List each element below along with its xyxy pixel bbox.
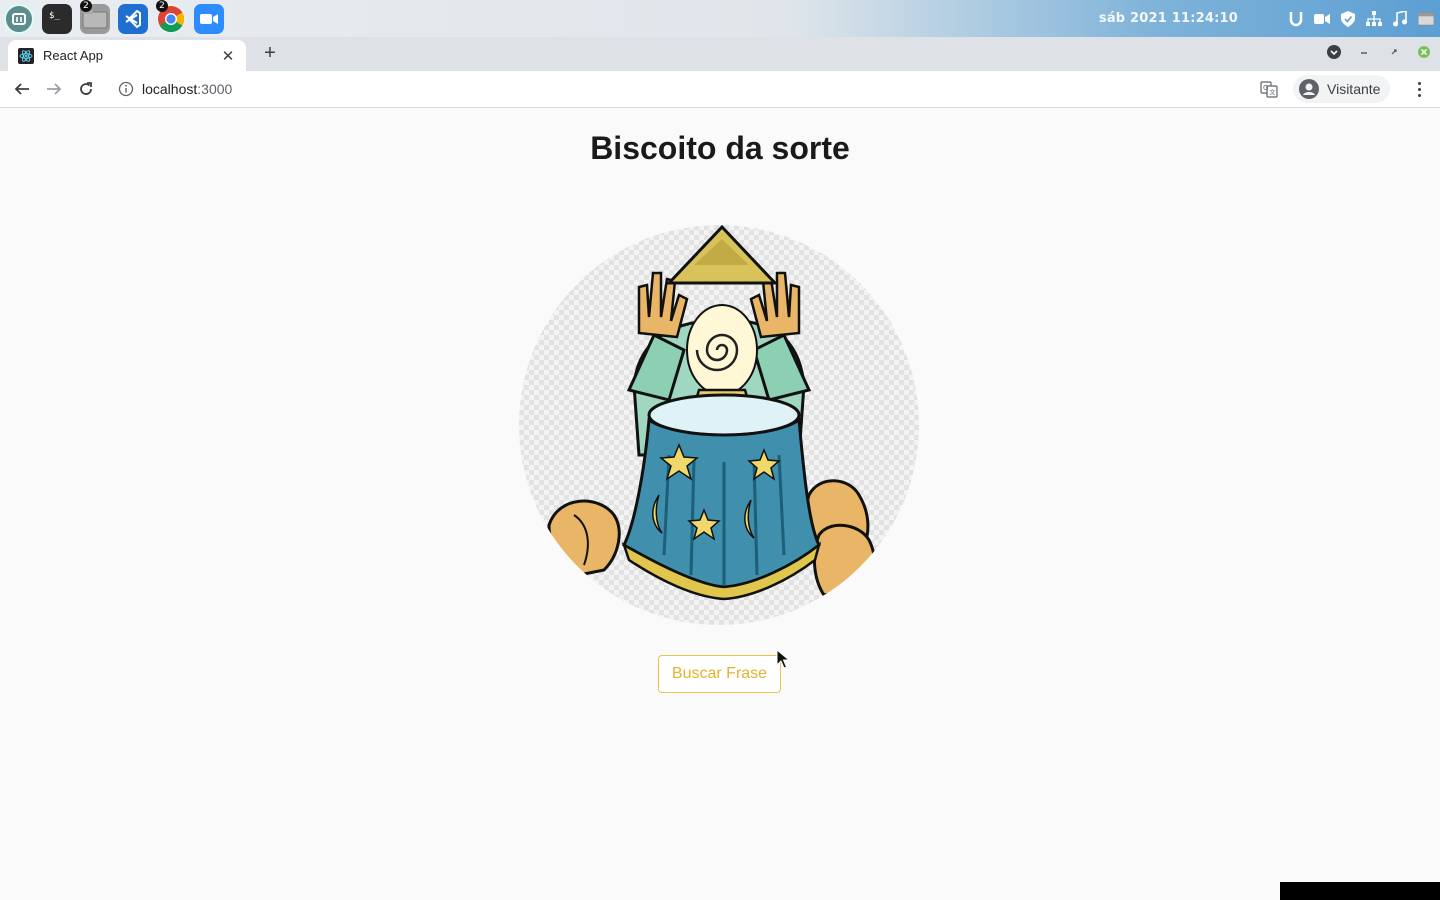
page-viewport: Biscoito da sorte Buscar Frase (0, 108, 1440, 900)
page-title: Biscoito da sorte (590, 130, 850, 166)
music-icon[interactable] (1392, 10, 1408, 27)
video-icon[interactable] (1314, 11, 1330, 27)
profile-button[interactable]: Visitante (1293, 75, 1391, 103)
fetch-phrase-button[interactable]: Buscar Frase (658, 655, 781, 693)
back-button[interactable] (12, 79, 32, 99)
svg-text:G: G (1263, 84, 1268, 92)
window-icon[interactable] (1418, 11, 1434, 27)
reload-icon (80, 82, 92, 95)
avatar-icon (1299, 79, 1319, 99)
restore-icon[interactable] (1386, 44, 1402, 60)
react-favicon-icon (18, 47, 34, 64)
svg-text:$_: $_ (49, 11, 60, 21)
app-launcher: $_ 2 2 (0, 0, 224, 34)
ublock-icon[interactable] (1288, 11, 1304, 27)
mouse-cursor-icon (776, 649, 790, 669)
kebab-menu-icon[interactable] (1410, 80, 1428, 98)
files-icon[interactable]: 2 (80, 0, 110, 34)
back-arrow-icon (14, 83, 29, 95)
minimize-icon[interactable] (1356, 44, 1372, 60)
forward-button[interactable] (44, 79, 64, 99)
fortune-teller-image (519, 225, 919, 625)
system-tray: sáb 2021 11:24:10 (1099, 0, 1434, 37)
url-host: localhost (142, 81, 198, 97)
profile-name: Visitante (1327, 81, 1381, 97)
tab-react-app[interactable]: React App ✕ (8, 40, 246, 71)
terminal-icon[interactable]: $_ (42, 3, 72, 34)
window-controls (1326, 44, 1432, 60)
chrome-badge: 2 (156, 0, 168, 12)
network-icon[interactable] (1366, 10, 1382, 27)
files-badge: 2 (80, 0, 92, 12)
chrome-icon[interactable]: 2 (156, 0, 186, 34)
new-tab-button[interactable]: + (260, 43, 280, 64)
shield-icon[interactable] (1340, 10, 1356, 27)
vscode-icon[interactable] (118, 3, 148, 34)
svg-text:文: 文 (1270, 89, 1276, 97)
browser-toolbar: localhost:3000 G 文 Visitante (0, 71, 1440, 108)
translate-icon[interactable]: G 文 (1260, 80, 1278, 98)
url-port: :3000 (197, 81, 233, 97)
black-overlay-bar (1280, 882, 1440, 900)
close-window-icon[interactable] (1416, 44, 1432, 60)
reload-button[interactable] (76, 79, 96, 99)
info-icon[interactable] (118, 81, 134, 97)
tab-strip: React App ✕ + (0, 37, 1440, 71)
fortune-cookie-left (547, 499, 621, 577)
address-bar[interactable]: localhost:3000 (110, 75, 1290, 103)
os-top-panel: $_ 2 2 sáb 2021 11:24:10 (0, 0, 1440, 37)
tab-title: React App (43, 48, 103, 63)
mint-menu-icon[interactable] (4, 3, 34, 34)
tab-search-icon[interactable] (1326, 44, 1342, 60)
star-tablecloth (621, 393, 822, 601)
forward-arrow-icon (47, 83, 62, 95)
zoom-icon[interactable] (194, 3, 224, 34)
tab-close-icon[interactable]: ✕ (220, 47, 236, 65)
clock[interactable]: sáb 2021 11:24:10 (1099, 11, 1238, 26)
